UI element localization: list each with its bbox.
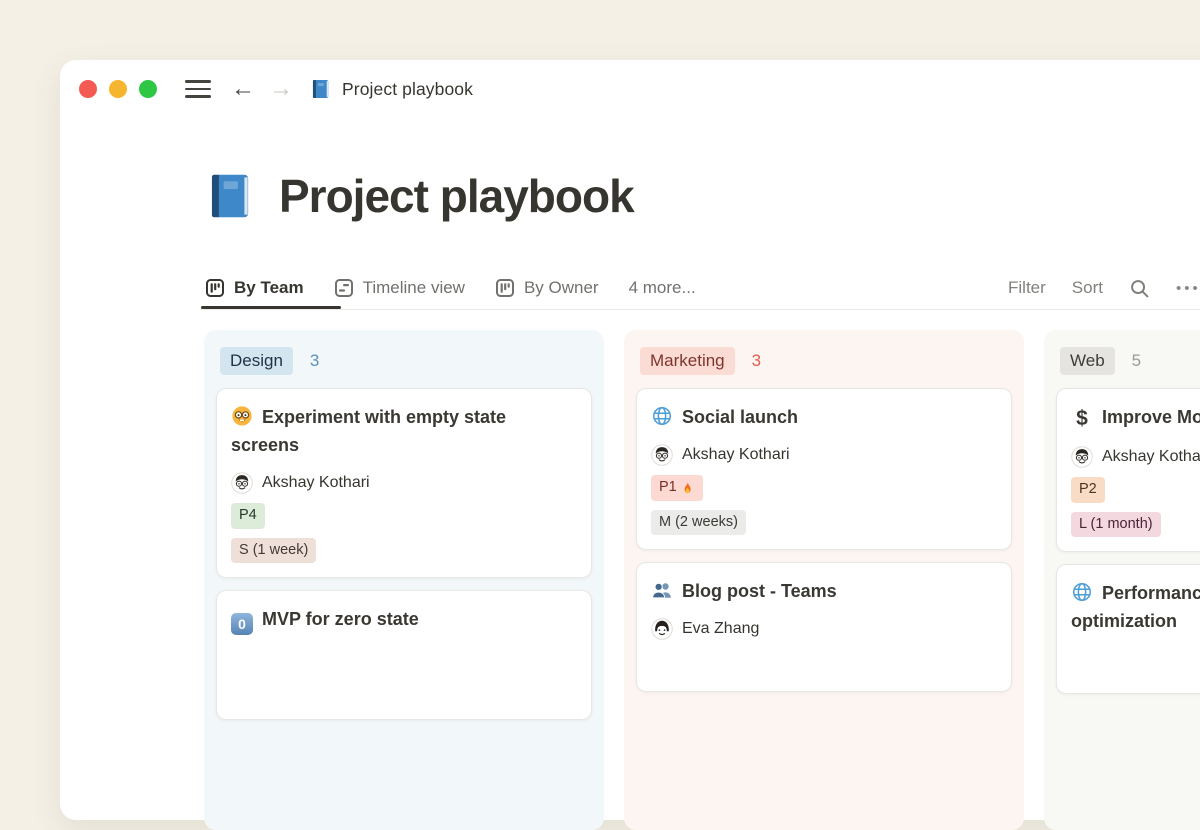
view-controls: Filter Sort •••	[1008, 266, 1200, 310]
priority-tag: P4	[231, 503, 265, 529]
owner-row: Akshay Kothari	[1071, 446, 1200, 468]
tab-label: 4 more...	[629, 278, 696, 298]
card-title: 0MVP for zero state	[231, 605, 577, 635]
page-heading: Project playbook	[205, 168, 634, 224]
column-count: 3	[310, 351, 319, 371]
column-header[interactable]: Design 3	[220, 346, 592, 376]
column-web: Web 5 $Improve Mo	[1044, 330, 1200, 830]
notion-window: ← → Project playbook Project playbook	[60, 60, 1200, 820]
tab-more-views[interactable]: 4 more...	[629, 278, 696, 298]
page-title: Project playbook	[279, 169, 634, 223]
filter-button[interactable]: Filter	[1008, 278, 1046, 298]
close-window-button[interactable]	[79, 80, 97, 98]
sort-button[interactable]: Sort	[1072, 278, 1103, 298]
column-name-pill: Web	[1060, 347, 1115, 376]
tag-row: P2	[1071, 477, 1200, 503]
busts-icon	[651, 579, 673, 601]
card-blog-post-teams[interactable]: Blog post - Teams Eva Zhang	[636, 562, 1012, 692]
column-name-pill: Design	[220, 347, 293, 376]
size-tag: L (1 month)	[1071, 512, 1161, 538]
fire-icon	[680, 480, 695, 495]
owner-row: Akshay Kothari	[231, 472, 577, 494]
owner-row: Akshay Kothari	[651, 444, 997, 466]
tab-timeline-view[interactable]: Timeline view	[334, 278, 465, 298]
tab-label: By Owner	[524, 278, 599, 298]
tag-row: M (2 weeks)	[651, 510, 997, 536]
card-title: Experiment with empty state screens	[231, 403, 563, 459]
tag-row: L (1 month)	[1071, 512, 1200, 538]
card-social-launch[interactable]: Social launch Akshay	[636, 388, 1012, 550]
column-name-pill: Marketing	[640, 347, 735, 376]
avatar-akshay	[651, 444, 673, 466]
card-title: Performance optimization	[1071, 579, 1200, 635]
owner-name: Eva Zhang	[682, 620, 759, 638]
tag-row: S (1 week)	[231, 538, 577, 564]
tab-label: By Team	[234, 278, 304, 298]
zoom-window-button[interactable]	[139, 80, 157, 98]
column-count: 3	[752, 351, 761, 371]
globe-icon	[651, 405, 673, 427]
card-title: Blog post - Teams	[651, 577, 997, 605]
avatar-akshay	[231, 472, 253, 494]
dollar-icon: $	[1071, 405, 1093, 433]
column-header[interactable]: Web 5	[1060, 346, 1200, 376]
tab-label: Timeline view	[363, 278, 465, 298]
card-mvp-zero-state[interactable]: 0MVP for zero state	[216, 590, 592, 720]
column-count: 5	[1132, 351, 1141, 371]
blue-book-icon	[310, 78, 332, 100]
forward-arrow-icon[interactable]: →	[269, 77, 293, 101]
tab-by-team[interactable]: By Team	[205, 278, 304, 298]
titlebar-page-title: Project playbook	[342, 79, 473, 100]
blue-book-icon	[205, 168, 257, 224]
priority-tag: P2	[1071, 477, 1105, 503]
keycap-zero-icon: 0	[231, 613, 253, 635]
card-improve-monetization[interactable]: $Improve Mo Akshay K	[1056, 388, 1200, 552]
minimize-window-button[interactable]	[109, 80, 127, 98]
screenshot-root: { "titlebar": { "title": "Project playbo…	[0, 0, 1200, 630]
board-view-icon	[205, 278, 225, 298]
avatar-eva	[651, 618, 673, 640]
owner-name: Akshay Kothari	[682, 446, 790, 464]
kanban-board: Design 3 Expe	[204, 330, 1200, 830]
owner-name: Akshay Kothari	[262, 474, 370, 492]
tag-row: P4	[231, 503, 577, 529]
nerd-face-icon	[231, 405, 253, 427]
card-experiment-empty-state[interactable]: Experiment with empty state screens	[216, 388, 592, 578]
tab-by-owner[interactable]: By Owner	[495, 278, 599, 298]
owner-name: Akshay Kothari	[1102, 448, 1200, 466]
globe-icon	[1071, 581, 1093, 603]
card-performance-optimization[interactable]: Performance optimization	[1056, 564, 1200, 694]
timeline-view-icon	[334, 278, 354, 298]
back-arrow-icon[interactable]: ←	[231, 77, 255, 101]
view-tabs: By Team Timeline view By Owner 4 more...	[205, 266, 696, 310]
board-view-icon	[495, 278, 515, 298]
column-header[interactable]: Marketing 3	[640, 346, 1012, 376]
card-title: Social launch	[651, 403, 997, 431]
card-title: $Improve Mo	[1071, 403, 1200, 433]
hamburger-menu-icon[interactable]	[185, 80, 211, 98]
column-marketing: Marketing 3 Social launch	[624, 330, 1024, 830]
owner-row: Eva Zhang	[651, 618, 997, 640]
titlebar: ← → Project playbook	[79, 76, 473, 102]
priority-tag: P1	[651, 475, 703, 501]
avatar-akshay	[1071, 446, 1093, 468]
search-icon[interactable]	[1129, 278, 1150, 299]
tag-row: P1	[651, 475, 997, 501]
size-tag: S (1 week)	[231, 538, 316, 564]
more-options-icon[interactable]: •••	[1176, 280, 1200, 297]
size-tag: M (2 weeks)	[651, 510, 746, 536]
column-design: Design 3 Expe	[204, 330, 604, 830]
